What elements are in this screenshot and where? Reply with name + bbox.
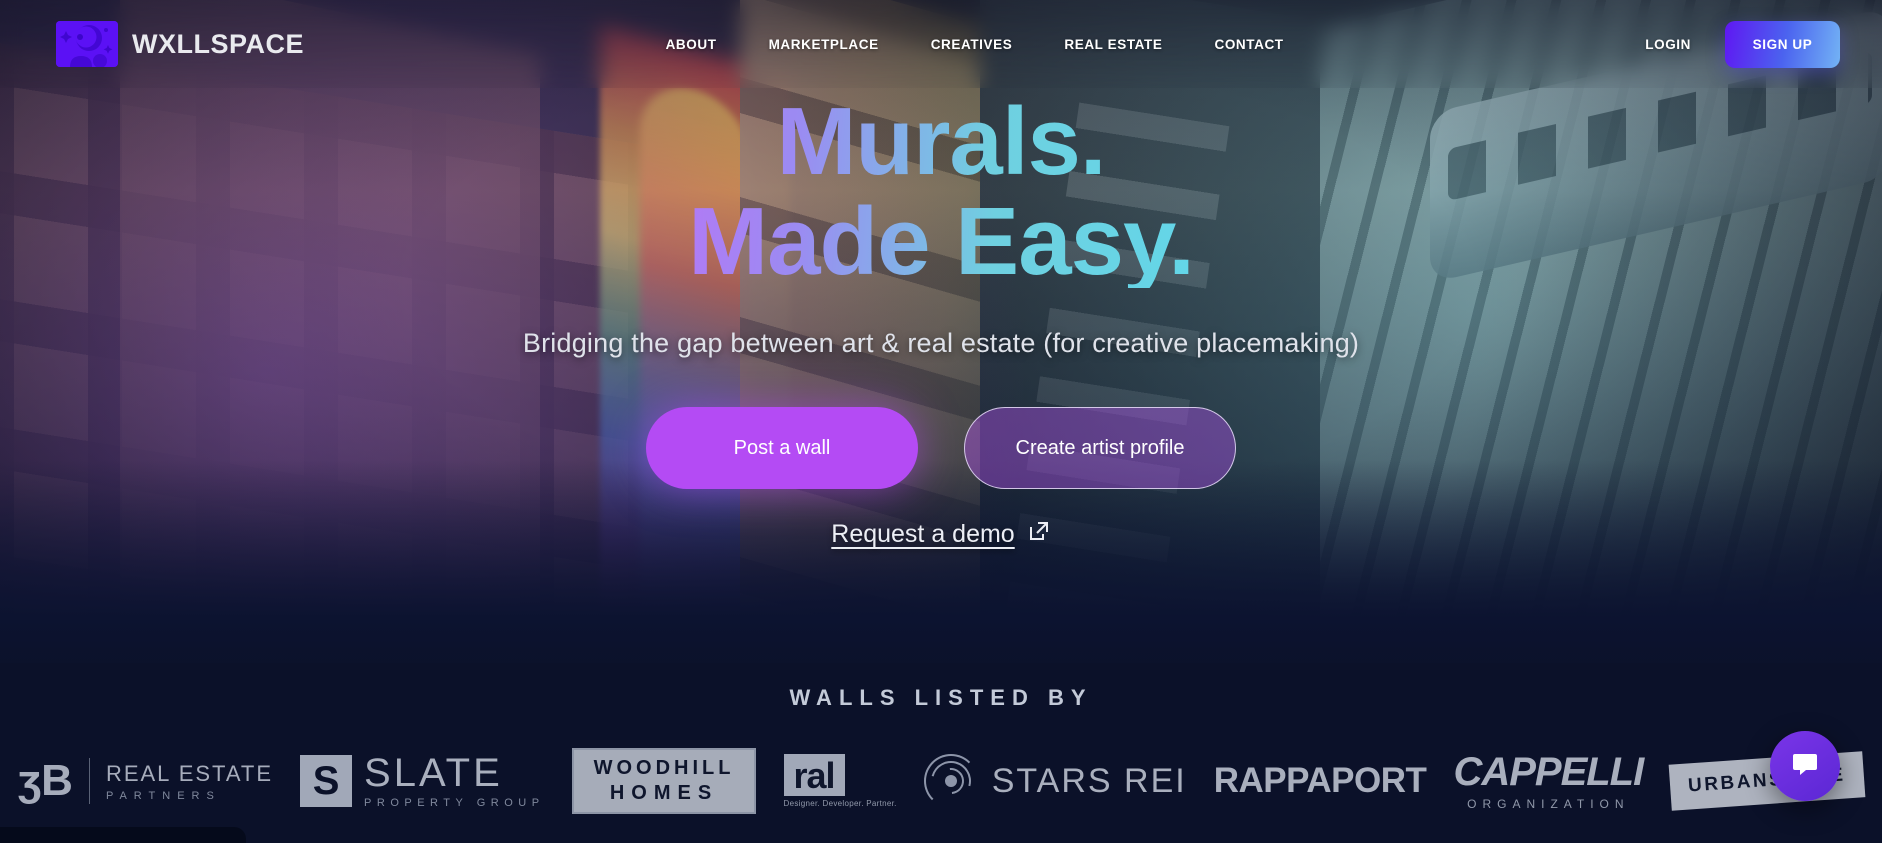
login-link[interactable]: LOGIN — [1645, 37, 1691, 52]
partner-logo-stars-rei[interactable]: STARS REI — [923, 753, 1187, 809]
astronaut-logo-icon — [56, 21, 118, 67]
cappelli-line-2: ORGANIZATION — [1467, 796, 1630, 811]
nav-item-real-estate[interactable]: REAL ESTATE — [1064, 37, 1162, 52]
woodhill-line-1: WOODHILL — [593, 757, 735, 779]
create-artist-profile-button[interactable]: Create artist profile — [964, 407, 1236, 490]
woodhill-line-2: HOMES — [609, 782, 719, 804]
sb-line-1: REAL ESTATE — [105, 760, 274, 786]
nav-item-contact[interactable]: CONTACT — [1214, 37, 1283, 52]
spiral-icon — [923, 753, 979, 809]
slate-line-1: SLATE — [364, 751, 503, 795]
partner-logo-row: ʒB REAL ESTATE PARTNERS S SLATE PROPERTY… — [0, 739, 1882, 823]
headline-line-2: Made Easy. — [688, 188, 1195, 296]
partners-section: WALLS LISTED BY ʒB REAL ESTATE PARTNERS … — [0, 663, 1882, 843]
external-link-icon — [1027, 519, 1051, 550]
post-a-wall-button[interactable]: Post a wall — [646, 407, 918, 490]
partner-logo-cappelli-organization[interactable]: CAPPELLI ORGANIZATION — [1453, 749, 1644, 811]
slate-line-2: PROPERTY GROUP — [364, 797, 545, 809]
nav-auth-actions: LOGIN SIGN UP — [1645, 20, 1840, 68]
partner-logo-woodhill-homes[interactable]: WOODHILL HOMES — [571, 748, 757, 814]
nav-item-marketplace[interactable]: MARKETPLACE — [769, 37, 879, 52]
hero-headline: Murals. Made Easy. — [688, 93, 1195, 296]
brand-logo[interactable]: WXLLSPACE — [56, 21, 304, 67]
partner-logo-rappaport[interactable]: RAPPAPORT — [1214, 761, 1427, 801]
partner-logo-ral[interactable]: ral Designer. Developer. Partner. — [783, 754, 897, 808]
nav-item-creatives[interactable]: CREATIVES — [931, 37, 1013, 52]
sb-line-2: PARTNERS — [105, 789, 221, 802]
hero-subtitle: Bridging the gap between art & real esta… — [522, 328, 1360, 359]
nav-links: ABOUT MARKETPLACE CREATIVES REAL ESTATE … — [666, 37, 1284, 52]
top-navigation-bar: WXLLSPACE ABOUT MARKETPLACE CREATIVES RE… — [0, 0, 1882, 88]
partners-title: WALLS LISTED BY — [789, 685, 1093, 710]
sb-monogram: ʒB — [18, 756, 73, 805]
chat-bubble-icon — [1790, 749, 1820, 784]
hero-cta-row: Post a wall Create artist profile — [646, 407, 1236, 490]
nav-item-about[interactable]: ABOUT — [666, 37, 717, 52]
request-a-demo-label: Request a demo — [831, 520, 1015, 549]
headline-line-1: Murals. — [688, 93, 1194, 189]
ral-tagline: Designer. Developer. Partner. — [783, 798, 897, 808]
partner-logo-slate-property-group[interactable]: S SLATE PROPERTY GROUP — [300, 753, 545, 809]
stars-wordmark: STARS REI — [991, 761, 1187, 800]
hero-content: Murals. Made Easy. Bridging the gap betw… — [0, 0, 1882, 680]
brand-name: WXLLSPACE — [132, 28, 304, 59]
cappelli-line-1: CAPPELLI — [1453, 749, 1644, 794]
landing-page: WXLLSPACE ABOUT MARKETPLACE CREATIVES RE… — [0, 0, 1882, 843]
cookie-consent-strip[interactable] — [0, 827, 246, 843]
ral-wordmark: ral — [783, 754, 845, 796]
signup-button[interactable]: SIGN UP — [1725, 20, 1840, 68]
chat-widget-button[interactable] — [1770, 731, 1840, 801]
request-a-demo-link[interactable]: Request a demo — [831, 519, 1050, 550]
slate-monogram: S — [300, 755, 353, 807]
divider — [88, 758, 90, 804]
partner-logo-sb-real-estate-partners[interactable]: ʒB REAL ESTATE PARTNERS — [18, 758, 273, 804]
